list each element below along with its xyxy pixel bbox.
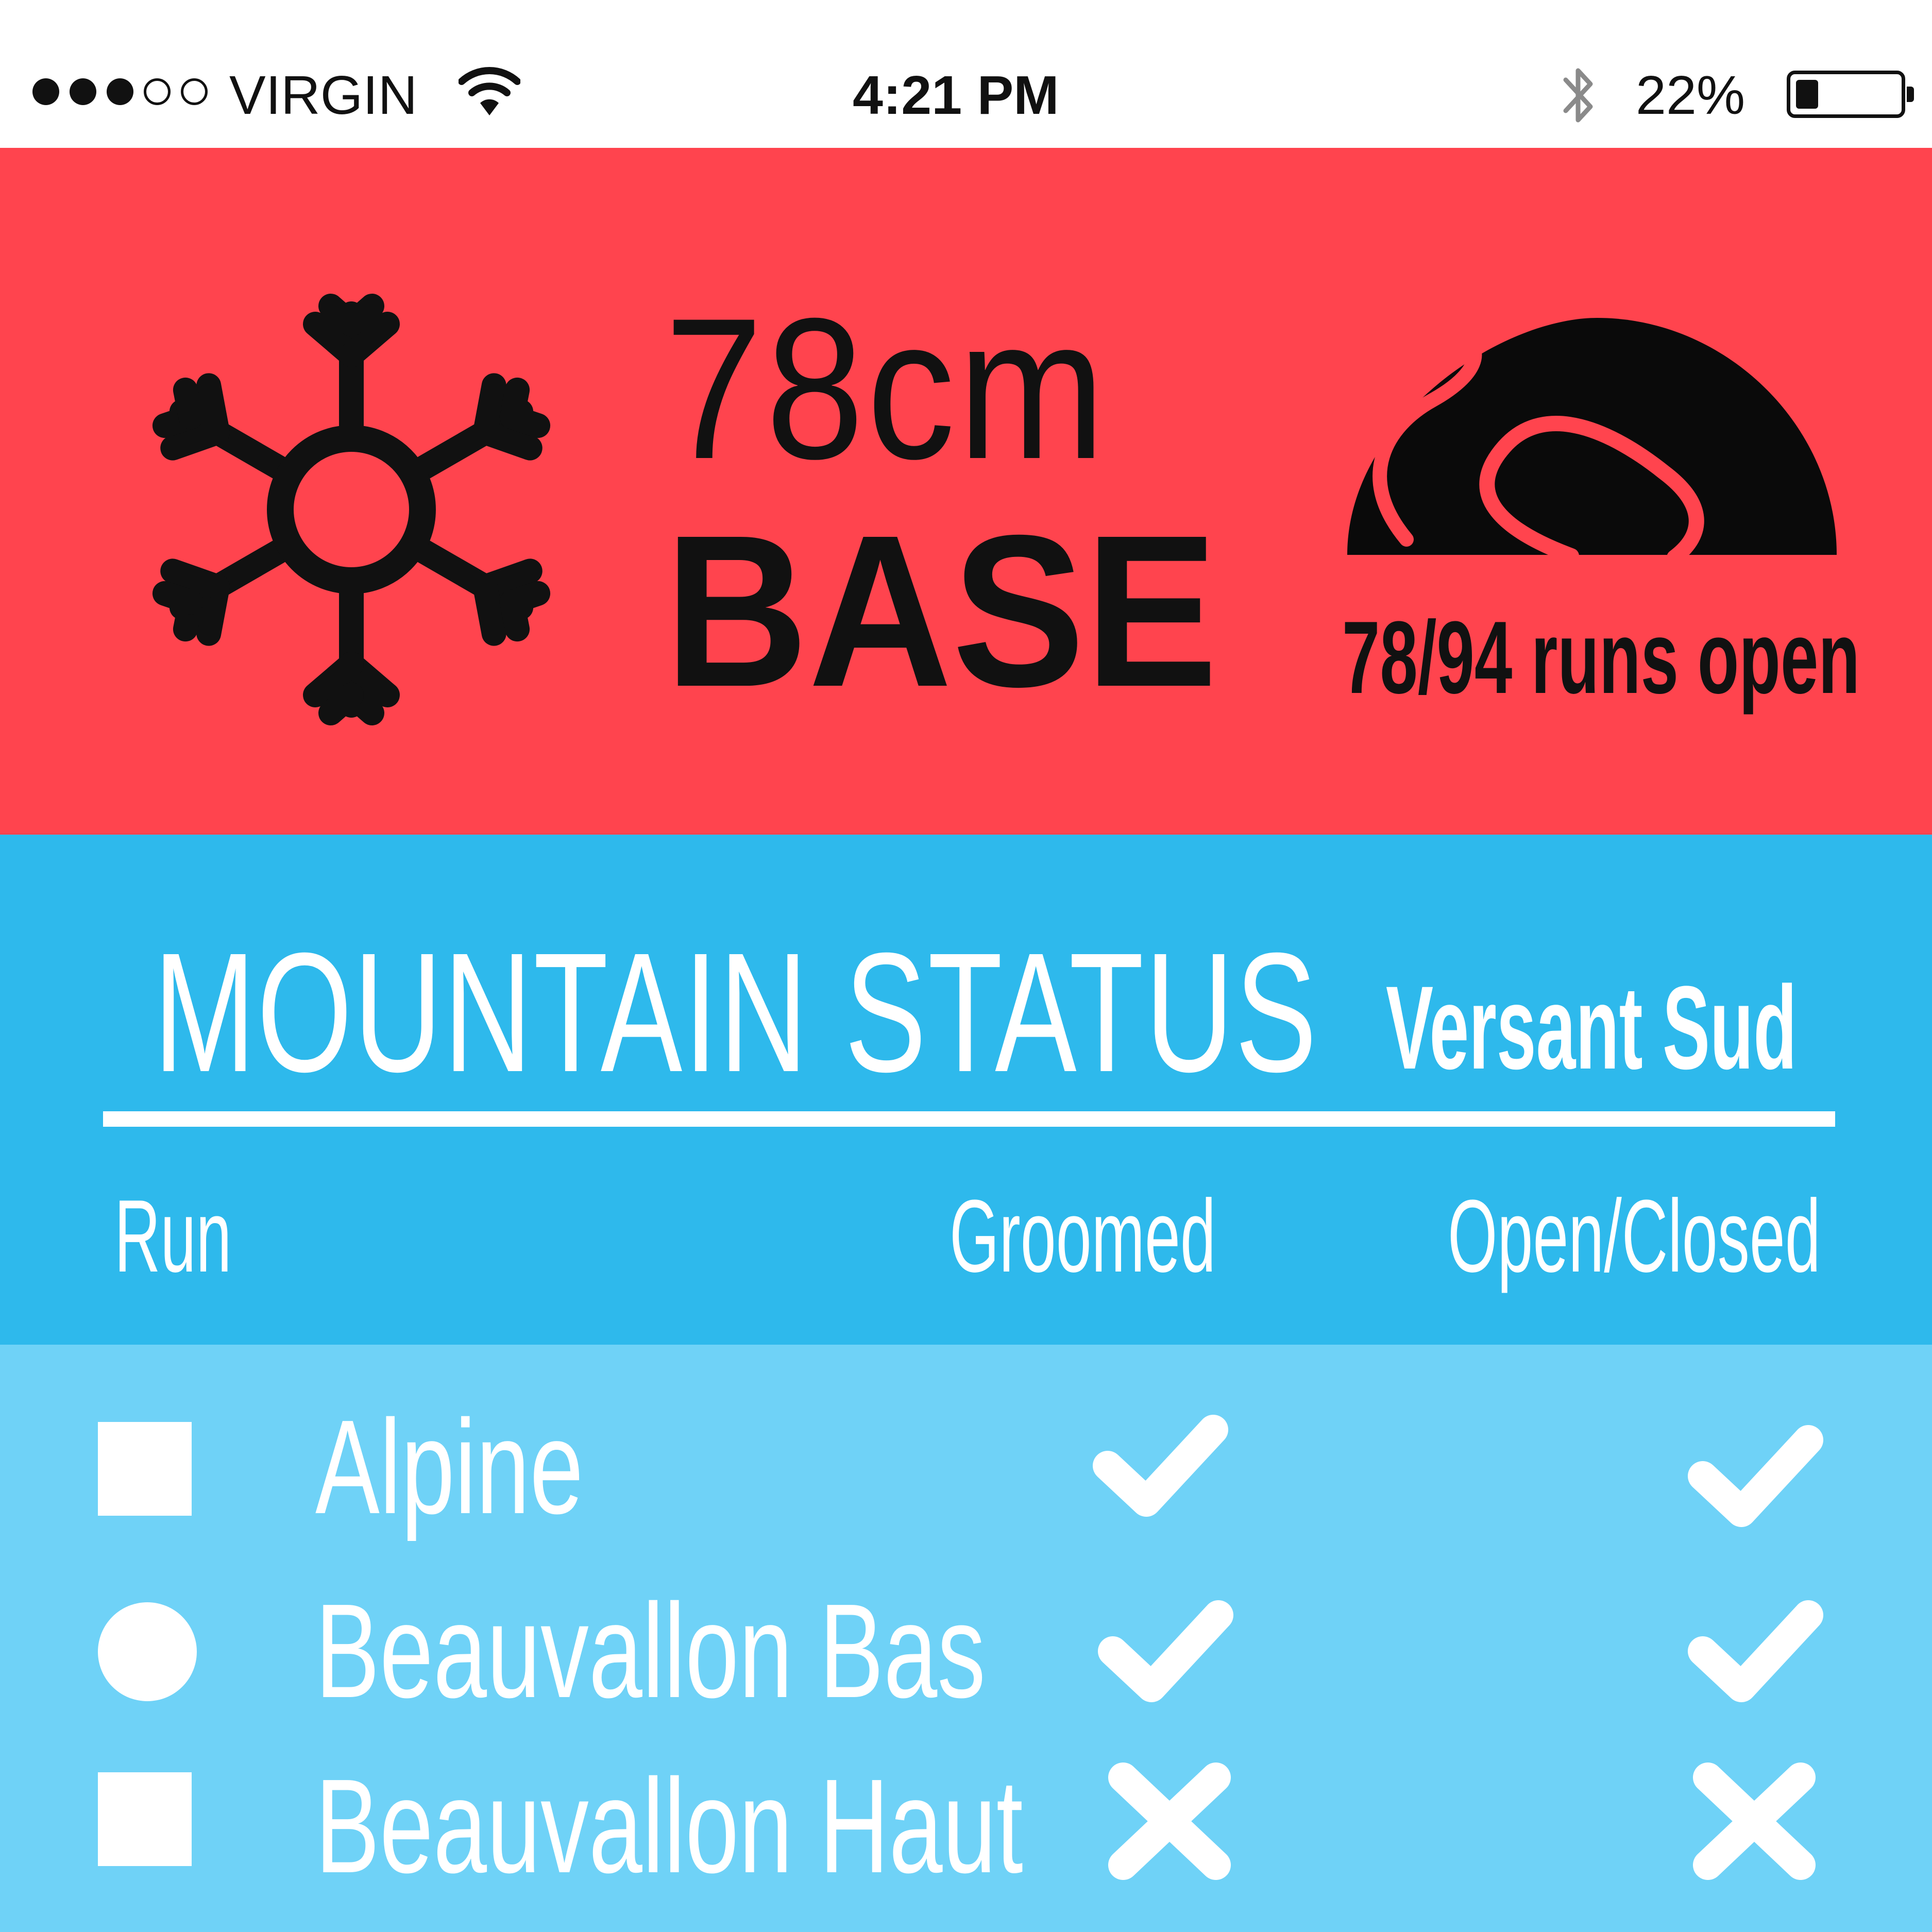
table-row[interactable]: Beauvallon Bas (0, 1561, 1932, 1747)
area-selector[interactable]: Versant Sud (1386, 969, 1797, 1087)
column-header-run: Run (114, 1179, 232, 1294)
run-name: Beauvallon Bas (315, 1577, 986, 1726)
groomed-check-icon (1093, 1415, 1228, 1517)
difficulty-square-icon (98, 1772, 192, 1866)
status-bar: VIRGIN 4:21 PM 22% (0, 0, 1932, 148)
section-title: MOUNTAIN STATUS (154, 917, 1318, 1107)
run-name: Beauvallon Haut (315, 1752, 1023, 1901)
groomed-cross-icon (1108, 1762, 1231, 1880)
table-row[interactable]: Beauvallon Haut (0, 1747, 1932, 1932)
column-header-open-closed: Open/Closed (1448, 1179, 1821, 1294)
wifi-icon (459, 67, 520, 115)
runs-open-count: 78/94 runs open (1342, 600, 1860, 715)
run-status-list: Alpine Beauvallon Bas Beauvallon Haut (0, 1345, 1932, 1932)
open-check-icon (1688, 1600, 1823, 1702)
clock-time: 4:21 PM (853, 65, 1059, 126)
signal-dot-empty (181, 78, 208, 105)
open-cross-icon (1693, 1762, 1816, 1880)
snow-conditions-panel: 78cm BASE 78/94 runs open (0, 148, 1932, 835)
mountain-icon (1347, 318, 1837, 565)
open-check-icon (1688, 1425, 1823, 1527)
difficulty-circle-icon (98, 1602, 197, 1701)
mountain-status-header: MOUNTAIN STATUS Versant Sud Run Groomed … (0, 835, 1932, 1345)
run-name: Alpine (315, 1393, 584, 1542)
signal-dot-filled (32, 78, 59, 105)
signal-dot-filled (107, 78, 133, 105)
table-row[interactable]: Alpine (0, 1376, 1932, 1561)
snow-depth-label: BASE (665, 490, 1218, 732)
battery-percent: 22% (1636, 65, 1745, 126)
column-header-groomed: Groomed (950, 1179, 1216, 1294)
difficulty-square-icon (98, 1422, 192, 1516)
signal-dot-empty (144, 78, 171, 105)
groomed-check-icon (1098, 1600, 1233, 1702)
snowflake-icon (152, 294, 551, 725)
snow-depth: 78cm (665, 276, 1108, 501)
carrier-name: VIRGIN (229, 65, 418, 126)
signal-dot-filled (70, 78, 96, 105)
battery-icon (1787, 71, 1914, 118)
header-divider (103, 1111, 1835, 1127)
bluetooth-icon (1563, 68, 1593, 123)
